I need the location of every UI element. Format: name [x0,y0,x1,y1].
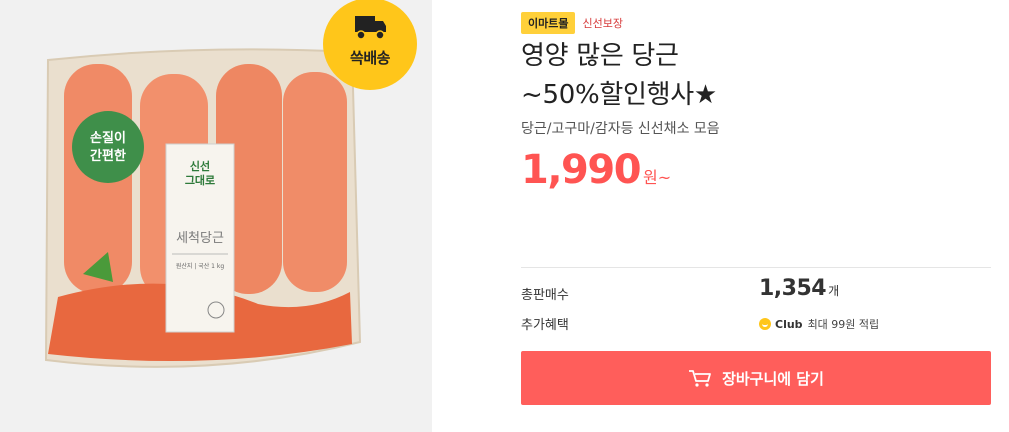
divider [521,267,991,268]
club-benefit-text: 최대 99원 적립 [807,318,880,331]
sales-count-value: 1,354 [759,276,827,301]
add-to-cart-button[interactable]: 장바구니에 담기 [521,351,991,405]
tag-row: 이마트몰 신선보장 [521,12,623,34]
sales-label: 총판매수 [521,288,569,303]
club-benefit: Club 최대 99원 적립 [759,316,879,332]
delivery-truck-icon [355,16,386,40]
title-line-2: ~50%할인행사★ [521,80,717,110]
sales-count-unit: 개 [828,284,840,298]
ssg-delivery-badge: 쓱배송 [323,0,417,90]
title-line-1: 영양 많은 당근 [521,41,679,71]
product-title[interactable]: 영양 많은 당근 ~50%할인행사★ [521,37,991,115]
price: 1,990 원~ [521,147,671,193]
round-label-line1: 손질이 [90,130,126,146]
brand-line1: 신선 [190,159,210,173]
club-name: Club [775,317,803,331]
sales-count: 1,354 개 [759,276,839,301]
price-value: 1,990 [521,147,642,193]
carrot-bag-illustration: 손질이 간편한 신선 그대로 세척당근 원산지 | 국산 1 kg [44,48,362,368]
add-to-cart-label: 장바구니에 담기 [722,369,824,388]
club-smile-icon [759,318,771,330]
benefit-label: 추가혜택 [521,318,569,333]
cart-icon [689,370,711,387]
price-unit: 원~ [643,168,672,187]
product-image[interactable]: 손질이 간편한 신선 그대로 세척당근 원산지 | 국산 1 kg 쓱배송 [0,0,432,432]
brand-line2: 그대로 [185,173,215,187]
product-name-label: 세척당근 [176,231,224,246]
store-tag[interactable]: 이마트몰 [521,12,576,34]
origin-label: 원산지 | 국산 1 kg [176,262,225,270]
round-label-line2: 간편한 [90,148,126,164]
fresh-guarantee-tag: 신선보장 [582,17,623,30]
badge-label: 쓱배송 [350,49,390,67]
product-subtitle: 당근/고구마/감자등 신선채소 모음 [521,121,720,137]
